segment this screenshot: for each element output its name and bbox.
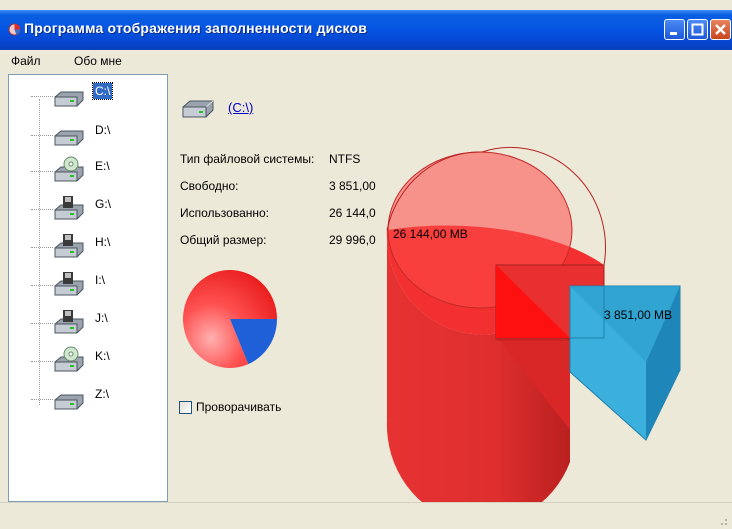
status-bar (0, 502, 732, 529)
free-data-label: 3 851,00 MB (604, 308, 673, 322)
used-data-label: 26 144,00 MB (393, 227, 468, 241)
3d-pie-chart (386, 146, 681, 525)
app-window: Программа отображения заполненности диск… (0, 0, 732, 529)
resize-grip-icon[interactable] (716, 514, 728, 526)
